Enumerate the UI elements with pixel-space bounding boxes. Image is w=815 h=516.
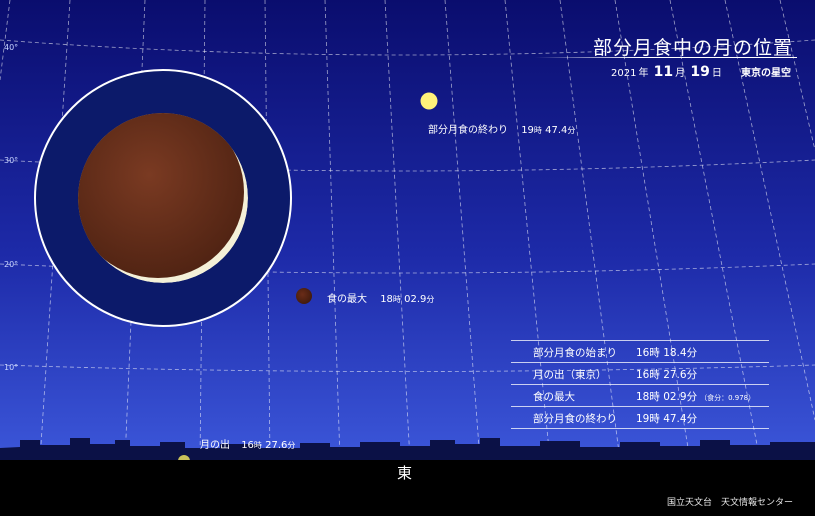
table-row: 部分月食の始まり 16時 18.4分 — [511, 340, 769, 362]
table-row-time-value: 19時 47.4分 — [636, 413, 698, 425]
table-row: 部分月食の終わり 19時 47.4分 — [511, 406, 769, 429]
label-eclipse-max-name: 食の最大 — [327, 294, 367, 305]
label-moonrise: 月の出 16時 27.6分 — [200, 436, 295, 451]
credit-text: 国立天文台 天文情報センター — [666, 498, 793, 508]
table-row-name: 部分月食の始まり — [533, 347, 617, 359]
page-title: 部分月食中の月の位置 — [592, 37, 793, 59]
label-moonrise-min-unit: 分 — [287, 441, 296, 450]
table-row-time: 16時 18.4分 — [636, 345, 697, 360]
label-eclipse-end-hour: 19 — [521, 125, 534, 136]
label-eclipse-end-name: 部分月食の終わり — [428, 125, 508, 136]
altitude-label-20: 20° — [4, 260, 19, 269]
date-year: 2021 — [611, 68, 637, 79]
label-eclipse-max-min-unit: 分 — [426, 295, 435, 304]
label-eclipse-max-hour: 18 — [380, 294, 393, 305]
date-month: 11 — [653, 64, 674, 80]
altitude-label-40: 40° — [4, 43, 19, 52]
label-eclipse-max-min: 02.9 — [404, 294, 427, 305]
moon-eclipse-max — [296, 288, 312, 304]
date-day: 19 — [690, 64, 710, 80]
label-moonrise-min: 27.6 — [265, 440, 288, 451]
table-row-time: 19時 47.4分 — [636, 411, 697, 426]
place-name: 東京の星空 — [741, 68, 791, 79]
eclipse-diagram: 40° 30° 20° 10° 部分月食中の月の位置 2021 年 11 月 19 日… — [0, 0, 815, 516]
date-month-unit: 月 — [675, 68, 686, 79]
table-row-name: 部分月食の終わり — [533, 413, 617, 425]
label-moonrise-hour-unit: 時 — [253, 441, 262, 450]
altitude-label-30: 30° — [4, 156, 19, 165]
date-year-unit: 年 — [638, 68, 649, 79]
moon-eclipse-end — [420, 92, 438, 110]
label-eclipse-max-hour-unit: 時 — [392, 295, 401, 304]
table-row-time-value: 16時 27.6分 — [636, 369, 698, 381]
altitude-label-10: 10° — [4, 363, 19, 372]
label-moonrise-hour: 16 — [241, 440, 254, 451]
table-row: 月の出（東京） 16時 27.6分 — [511, 362, 769, 384]
eclipse-times-table: 部分月食の始まり 16時 18.4分 月の出（東京） 16時 27.6分 食の最… — [511, 340, 769, 429]
table-row-name: 月の出（東京） — [533, 369, 607, 381]
label-eclipse-end: 部分月食の終わり 19時 47.4分 — [428, 121, 575, 136]
table-row-time-value: 18時 02.9分 — [636, 391, 698, 403]
direction-label: 東 — [397, 464, 413, 482]
date-day-unit: 日 — [711, 68, 722, 79]
table-row-time: 16時 27.6分 — [636, 367, 697, 382]
label-eclipse-end-hour-unit: 時 — [533, 126, 542, 135]
label-eclipse-end-min: 47.4 — [545, 125, 568, 136]
title-underline — [535, 57, 797, 58]
table-row-name: 食の最大 — [533, 391, 575, 403]
table-row: 食の最大 18時 02.9分 （食分：0.978） — [511, 384, 769, 406]
label-eclipse-max: 食の最大 18時 02.9分 — [327, 290, 434, 305]
table-row-note: （食分：0.978） — [700, 394, 756, 402]
label-eclipse-end-min-unit: 分 — [567, 126, 576, 135]
label-moonrise-name: 月の出 — [200, 440, 230, 451]
date-place: 2021 年 11 月 19 日 東京の星空 — [611, 64, 793, 80]
table-row-time-value: 16時 18.4分 — [636, 347, 698, 359]
table-row-time: 18時 02.9分 （食分：0.978） — [636, 389, 755, 404]
